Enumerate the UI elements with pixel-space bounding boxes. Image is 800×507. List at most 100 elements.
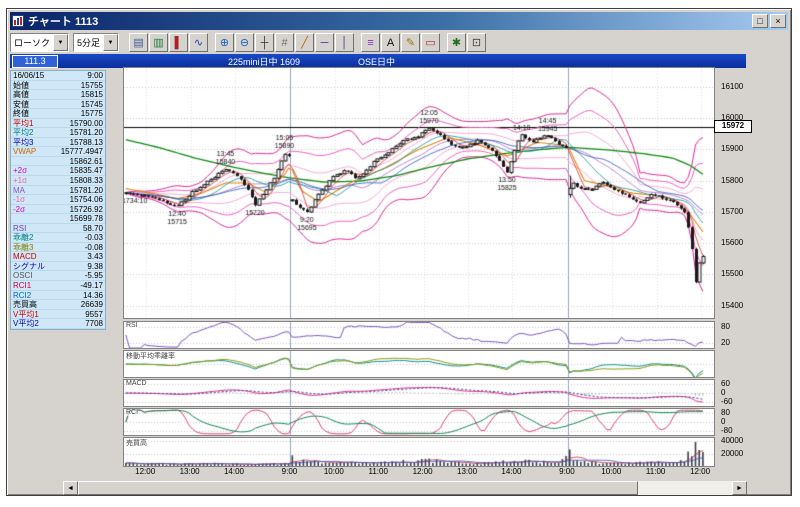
eraser-icon[interactable]: ▭ [421,33,441,52]
panel-label-volume: 売買高 [126,438,147,448]
sidebar-row-value: 9.38 [87,261,103,271]
text-annotation-icon[interactable]: A [381,33,401,52]
sidebar-row: RCI2 14.36 [11,291,105,301]
time-tick-label: 11:00 [368,467,388,476]
sidebar-row-label: +1σ [13,176,28,186]
close-button[interactable]: × [770,14,786,28]
zoom-in-icon[interactable]: ⊕ [215,33,235,52]
panel-label-rsi: RSI [126,322,138,329]
sidebar-row-value: 15781.20 [69,128,103,138]
candlestick-icon[interactable]: ▌ [169,33,189,52]
sidebar-row-label: 乖離3 [13,242,34,252]
fibonacci-icon[interactable]: ≡ [361,33,381,52]
time-tick-label: 9:00 [559,467,575,476]
sidebar-row: OSCI -5.95 [11,271,105,282]
panel-label-dev: 移動平均乖離率 [126,351,175,361]
scroll-right-button[interactable]: ► [732,481,747,495]
sidebar-row-value: 9:00 [87,71,103,80]
toolbar: ローソク ▼ 5分足 ▼ ▤ ▥ ▌ ∿ ⊕ ⊖ ┼ # ╱ ─ │ ≡ A ✎ ▭ ✱ ⊡ [10,32,788,53]
sidebar-row: 終値 15775 [11,109,105,119]
sidebar-row: 安値 15745 [11,100,105,110]
horizontal-scrollbar[interactable]: ◄ ► [63,481,747,495]
sidebar-row-value: 15781.20 [69,185,103,195]
macd-panel-canvas[interactable] [124,380,714,406]
sidebar-row-label: MA [13,185,25,195]
grid-icon[interactable]: # [275,33,295,52]
chevron-down-icon: ▼ [103,34,119,51]
sidebar-row: 平均3 15788.13 [11,138,105,148]
sidebar-row: 平均1 15790.00 [11,119,105,129]
panel-tick-label: 0 [721,388,726,397]
dev-panel-canvas[interactable] [124,351,714,377]
panel-tick-label: 20000 [721,448,744,458]
chevron-down-icon: ▼ [53,34,69,51]
volume-panel-canvas[interactable] [124,438,714,466]
chart-type-dropdown[interactable]: ローソク ▼ [10,33,70,52]
sidebar-row-value: -0.03 [84,233,103,243]
app-window: チャート 1113 □ × ローソク ▼ 5分足 ▼ ▤ ▥ ▌ ∿ ⊕ ⊖ ┼ # ╱ ─ │ ≡ A… [6,8,792,496]
trendline-icon[interactable]: ╱ [295,33,315,52]
sidebar-row: シグナル 9.38 [11,262,105,272]
sidebar-row: 乖離3 -0.08 [11,243,105,253]
panel-tick-label: -80 [721,426,733,436]
indicator-panel-dev: 移動平均乖離率 [123,350,715,378]
time-tick-label: 10:00 [323,467,344,476]
sidebar-row-label: 安値 [13,99,29,109]
sidebar-row-label: MACD [13,252,37,262]
panel-tick-label: 20 [721,337,730,347]
sidebar-row-label: -1σ [13,195,26,205]
print-icon[interactable]: ⊡ [467,33,487,52]
sidebar-row-value: 14.36 [82,290,103,300]
sidebar-row: RSI 58.70 [11,224,105,234]
sidebar-row-value: 15775 [80,109,103,119]
scrollbar-thumb[interactable] [78,481,638,495]
sidebar-row: -1σ 15754.06 [11,195,105,205]
timeframe-dropdown[interactable]: 5分足 ▼ [73,33,120,52]
sidebar-row-value: -0.08 [84,242,103,252]
sidebar-row: V平均1 9557 [11,310,105,320]
toolbar-icons: ▤ ▥ ▌ ∿ ⊕ ⊖ ┼ # ╱ ─ │ ≡ A ✎ ▭ ✱ ⊡ [129,33,487,52]
indicator-panel-rci: RCI [123,408,715,436]
zoom-out-icon[interactable]: ⊖ [235,33,255,52]
rsi-panel-canvas[interactable] [124,322,714,348]
settings-icon[interactable]: ✱ [447,33,467,52]
sidebar-row: 売買高 26639 [11,300,105,310]
sidebar-row: MA 15781.20 [11,186,105,196]
titlebar[interactable]: チャート 1113 □ × [10,12,788,30]
app-icon [12,15,24,27]
time-tick-label: 10:00 [601,467,622,476]
sidebar-row-label: 平均2 [13,128,34,138]
price-axis: 16100 16000 15900 15800 15700 15600 15500 15400… [717,9,761,495]
panel-tick-label: 40000 [721,436,744,446]
time-axis: 12:00 13:00 14:00 9:00 10:00 11:00 12:00 13:00 1… [123,467,713,477]
timeframe-value: 5分足 [77,38,101,48]
scrollbar-track[interactable] [78,481,732,495]
panel-tick-label: 80 [721,407,730,417]
sidebar-row: RCI1 -49.17 [11,281,105,291]
pencil-icon[interactable]: ✎ [401,33,421,52]
sidebar-row: +2σ 15835.47 [11,166,105,177]
scroll-left-button[interactable]: ◄ [63,481,78,495]
price-marker: 15972 [714,119,752,133]
sidebar-row: -2σ 15726.92 [11,205,105,215]
chart-code-box[interactable]: 111.3 [12,55,58,68]
rci-panel-canvas[interactable] [124,409,714,435]
price-tick-label: 15600 [721,238,744,247]
tick-list-icon[interactable]: ▤ [129,33,149,52]
sidebar-row: 高値 15815 [11,90,105,100]
vertical-line-icon[interactable]: │ [335,33,355,52]
horizontal-line-icon[interactable]: ─ [315,33,335,52]
crosshair-icon[interactable]: ┼ [255,33,275,52]
main-chart-canvas[interactable] [123,67,715,319]
time-tick-label: 12:00 [135,467,156,476]
time-tick-label: 12:00 [412,467,433,476]
line-chart-icon[interactable]: ∿ [189,33,209,52]
sidebar-row-value: 7708 [85,319,103,329]
sidebar-row-value: 15699.78 [69,214,103,224]
sidebar-row: +1σ 15808.33 [11,176,105,186]
bar-chart-icon[interactable]: ▥ [149,33,169,52]
panel-label-rci: RCI [126,409,139,416]
panel-tick-label: 80 [721,322,730,332]
sidebar-row: 乖離2 -0.03 [11,233,105,243]
sidebar-row-value: 15755 [80,80,103,90]
